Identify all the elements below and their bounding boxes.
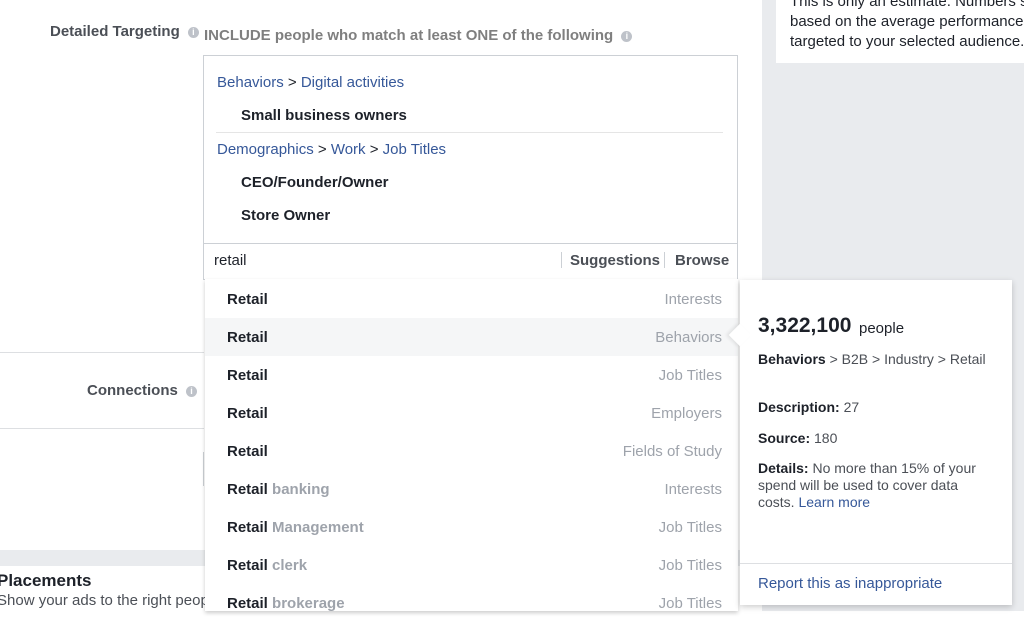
result-name: Retail: [227, 329, 268, 346]
result-row[interactable]: Retail Management Job Titles: [205, 508, 738, 546]
info-icon[interactable]: i: [621, 31, 633, 42]
result-category: Interests: [664, 291, 722, 308]
audience-count: 3,322,100: [758, 314, 852, 337]
search-divider: [664, 252, 665, 268]
connections-label-text: Connections: [87, 382, 178, 399]
estimate-line: This is only an estimate. Numbers sh: [790, 0, 1024, 10]
popup-description: Description: 27: [758, 399, 859, 416]
browse-button[interactable]: Browse: [675, 252, 729, 269]
path-link-work[interactable]: Work: [331, 141, 366, 158]
path-separator: >: [287, 74, 297, 91]
detailed-targeting-label: Detailed Targeting i: [50, 23, 199, 40]
search-results-dropdown: Retail Interests Retail Behaviors Retail…: [205, 279, 738, 612]
popup-path-lead: Behaviors: [758, 351, 826, 367]
result-name: Retail Management: [227, 519, 364, 536]
group-divider: [216, 132, 723, 133]
popup-source: Source: 180: [758, 430, 837, 447]
result-category: Interests: [664, 481, 722, 498]
result-category: Fields of Study: [622, 443, 722, 460]
result-row[interactable]: Retail Interests: [205, 280, 738, 318]
result-name: Retail brokerage: [227, 595, 345, 612]
placements-subtitle: Show your ads to the right people: [0, 592, 221, 609]
connections-label: Connections i: [87, 382, 198, 399]
popup-path: Behaviors > B2B > Industry > Retail: [758, 351, 998, 368]
result-category: Job Titles: [658, 557, 722, 574]
section-divider: [0, 352, 204, 353]
result-category: Employers: [651, 405, 722, 422]
estimate-line: targeted to your selected audience.: [790, 33, 1024, 50]
connections-field-edge: [203, 452, 204, 486]
popup-source-label: Source:: [758, 430, 811, 446]
targeting-search-input[interactable]: retail: [214, 252, 247, 269]
popup-details-label: Details:: [758, 460, 809, 476]
targeting-path-behaviors: Behaviors > Digital activities: [217, 74, 404, 91]
popup-description-value: 27: [839, 399, 860, 415]
search-divider: [561, 252, 562, 268]
selected-item-ceo-founder-owner[interactable]: CEO/Founder/Owner: [241, 174, 389, 191]
result-category: Job Titles: [658, 595, 722, 612]
info-icon[interactable]: i: [186, 386, 198, 397]
report-inappropriate-link[interactable]: Report this as inappropriate: [758, 575, 942, 592]
path-separator: >: [317, 141, 327, 158]
result-row[interactable]: Retail brokerage Job Titles: [205, 584, 738, 622]
learn-more-link[interactable]: Learn more: [798, 494, 870, 510]
info-icon[interactable]: i: [187, 27, 199, 38]
result-category: Behaviors: [655, 329, 722, 346]
result-row[interactable]: Retail banking Interests: [205, 470, 738, 508]
popup-details: Details: No more than 15% of your spend …: [758, 460, 990, 511]
path-link-digital-activities[interactable]: Digital activities: [301, 74, 404, 91]
popup-path-rest: > B2B > Industry > Retail: [825, 351, 986, 367]
section-divider: [0, 428, 204, 429]
result-name: Retail banking: [227, 481, 330, 498]
estimate-text: This is only an estimate. Numbers sh bas…: [790, 0, 1024, 52]
path-link-job-titles[interactable]: Job Titles: [383, 141, 446, 158]
result-name: Retail: [227, 405, 268, 422]
placements-title: Placements: [0, 571, 92, 590]
detailed-targeting-label-text: Detailed Targeting: [50, 23, 180, 40]
path-link-demographics[interactable]: Demographics: [217, 141, 314, 158]
include-heading: INCLUDE people who match at least ONE of…: [204, 27, 633, 44]
result-row[interactable]: Retail Job Titles: [205, 356, 738, 394]
result-row-highlighted[interactable]: Retail Behaviors: [205, 318, 738, 356]
result-name: Retail: [227, 367, 268, 384]
include-heading-text: INCLUDE people who match at least ONE of…: [204, 27, 614, 44]
result-row[interactable]: Retail Fields of Study: [205, 432, 738, 470]
result-row[interactable]: Retail Employers: [205, 394, 738, 432]
result-category: Job Titles: [658, 519, 722, 536]
result-category: Job Titles: [658, 367, 722, 384]
popup-description-label: Description:: [758, 399, 840, 415]
selected-item-small-business-owners[interactable]: Small business owners: [241, 107, 407, 124]
result-name: Retail: [227, 291, 268, 308]
result-row[interactable]: Retail clerk Job Titles: [205, 546, 738, 584]
path-separator: >: [369, 141, 379, 158]
result-name: Retail clerk: [227, 557, 308, 574]
targeting-path-demographics: Demographics > Work > Job Titles: [217, 141, 446, 158]
path-link-behaviors[interactable]: Behaviors: [217, 74, 284, 91]
popup-footer-divider: [740, 563, 1012, 564]
result-name: Retail: [227, 443, 268, 460]
selected-item-store-owner[interactable]: Store Owner: [241, 207, 330, 224]
popup-source-value: 180: [810, 430, 838, 446]
estimate-line: based on the average performance o: [790, 13, 1024, 30]
suggestions-button[interactable]: Suggestions: [570, 252, 660, 269]
audience-count-unit: people: [859, 320, 905, 337]
